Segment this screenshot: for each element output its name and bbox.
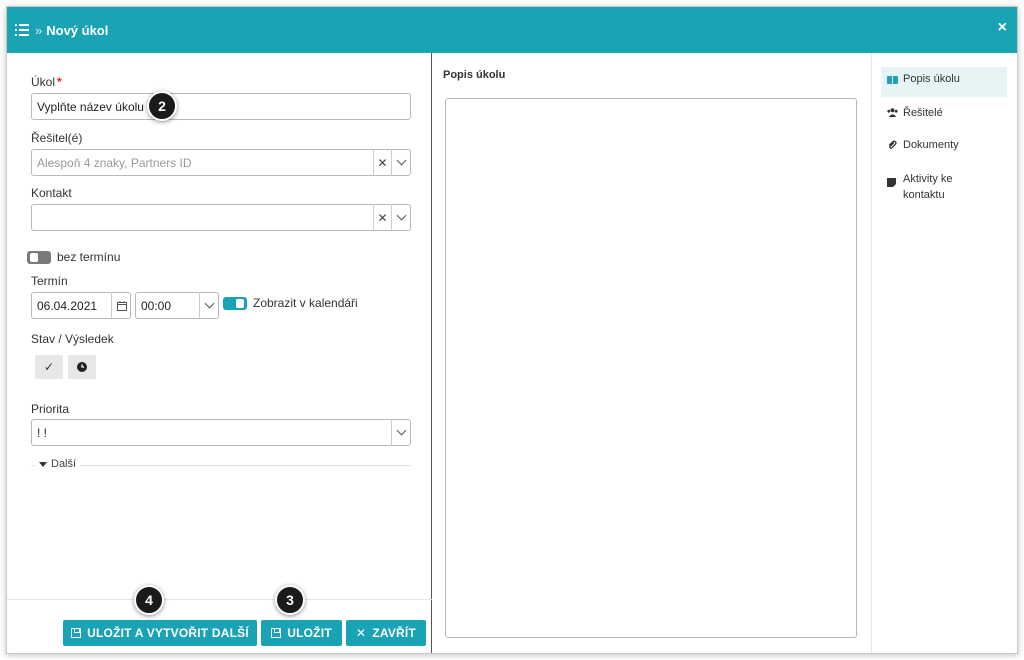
show-calendar-label: Zobrazit v kalendáři <box>253 296 358 310</box>
chevron-down-icon[interactable] <box>199 292 218 319</box>
nav-item-label: Dokumenty <box>903 139 959 151</box>
more-toggle[interactable]: Další <box>35 458 81 470</box>
chevron-down-icon[interactable] <box>391 149 410 176</box>
list-icon <box>15 24 29 36</box>
required-marker: * <box>57 75 62 89</box>
task-form: Úkol* 2 Řešitel(é) ✕ Kontakt ✕ bez termí… <box>7 53 432 653</box>
dialog-title: Nový úkol <box>46 22 109 38</box>
clock-icon <box>77 362 87 372</box>
save-label: ULOŽIT <box>287 626 332 640</box>
resolver-label: Řešitel(é) <box>31 131 83 145</box>
breadcrumb-separator: » <box>35 22 43 38</box>
close-label: ZAVŘÍT <box>372 626 416 640</box>
no-deadline-toggle[interactable] <box>27 251 51 264</box>
status-label: Stav / Výsledek <box>31 332 114 346</box>
book-icon <box>887 73 903 87</box>
users-icon <box>887 107 903 120</box>
clear-icon[interactable]: ✕ <box>373 204 391 231</box>
calendar-icon[interactable] <box>111 292 131 319</box>
dialog-titlebar: » Nový úkol × <box>7 7 1017 53</box>
callout-badge-4: 4 <box>134 585 164 615</box>
nav-item-description[interactable]: Popis úkolu <box>881 67 1007 97</box>
check-icon: ✓ <box>43 360 55 374</box>
contact-select[interactable]: ✕ <box>31 204 411 231</box>
close-button[interactable]: ✕ ZAVŘÍT <box>346 620 426 646</box>
resolver-input[interactable] <box>31 149 411 176</box>
nav-item-label: Aktivity ke kontaktu <box>903 173 953 201</box>
time-select[interactable] <box>135 292 219 319</box>
save-icon <box>71 628 82 638</box>
no-deadline-label: bez termínu <box>57 250 121 264</box>
more-divider <box>31 465 411 466</box>
side-navigation: Popis úkolu Řešitelé Dokumenty Aktivity … <box>871 53 1017 653</box>
nav-item-label: Popis úkolu <box>903 73 960 85</box>
deadline-label: Termín <box>31 274 68 288</box>
callout-badge-3: 3 <box>275 585 305 615</box>
contact-input[interactable] <box>31 204 411 231</box>
task-name-input[interactable] <box>31 93 411 120</box>
paperclip-icon <box>887 139 903 153</box>
form-footer: ULOŽIT A VYTVOŘIT DALŠÍ ULOŽIT ✕ ZAVŘÍT <box>7 599 432 653</box>
nav-item-label: Řešitelé <box>903 107 943 119</box>
close-icon[interactable]: × <box>998 19 1007 37</box>
priority-label: Priorita <box>31 402 70 416</box>
nav-item-activities[interactable]: Aktivity ke kontaktu <box>881 165 1007 209</box>
save-button[interactable]: ULOŽIT <box>261 620 342 646</box>
chevron-down-icon[interactable] <box>391 419 410 446</box>
show-calendar-toggle[interactable] <box>223 297 247 310</box>
contact-label: Kontakt <box>31 186 72 200</box>
resolver-select[interactable]: ✕ <box>31 149 411 176</box>
new-task-dialog: » Nový úkol × Úkol* 2 Řešitel(é) ✕ Konta… <box>6 6 1018 654</box>
nav-item-resolvers[interactable]: Řešitelé <box>881 101 1007 126</box>
task-label-text: Úkol <box>31 75 56 89</box>
chevron-down-icon[interactable] <box>391 204 410 231</box>
date-picker[interactable] <box>31 292 131 319</box>
caret-down-icon <box>39 461 47 467</box>
save-and-new-label: ULOŽIT A VYTVOŘIT DALŠÍ <box>87 626 249 640</box>
more-label: Další <box>51 458 77 470</box>
nav-item-documents[interactable]: Dokumenty <box>881 133 1007 159</box>
priority-select[interactable] <box>31 419 411 446</box>
description-panel: Popis úkolu <box>433 53 871 653</box>
clear-icon[interactable]: ✕ <box>373 149 391 176</box>
note-icon <box>887 171 903 193</box>
description-editor[interactable] <box>445 98 857 638</box>
pending-button[interactable] <box>68 355 96 379</box>
close-icon: ✕ <box>356 626 367 640</box>
save-icon <box>271 628 282 638</box>
priority-input[interactable] <box>31 419 411 446</box>
task-label: Úkol * <box>31 75 62 89</box>
callout-badge-2: 2 <box>147 91 177 121</box>
done-button[interactable]: ✓ <box>35 355 63 379</box>
description-title: Popis úkolu <box>443 69 506 81</box>
save-and-new-button[interactable]: ULOŽIT A VYTVOŘIT DALŠÍ <box>63 620 257 646</box>
